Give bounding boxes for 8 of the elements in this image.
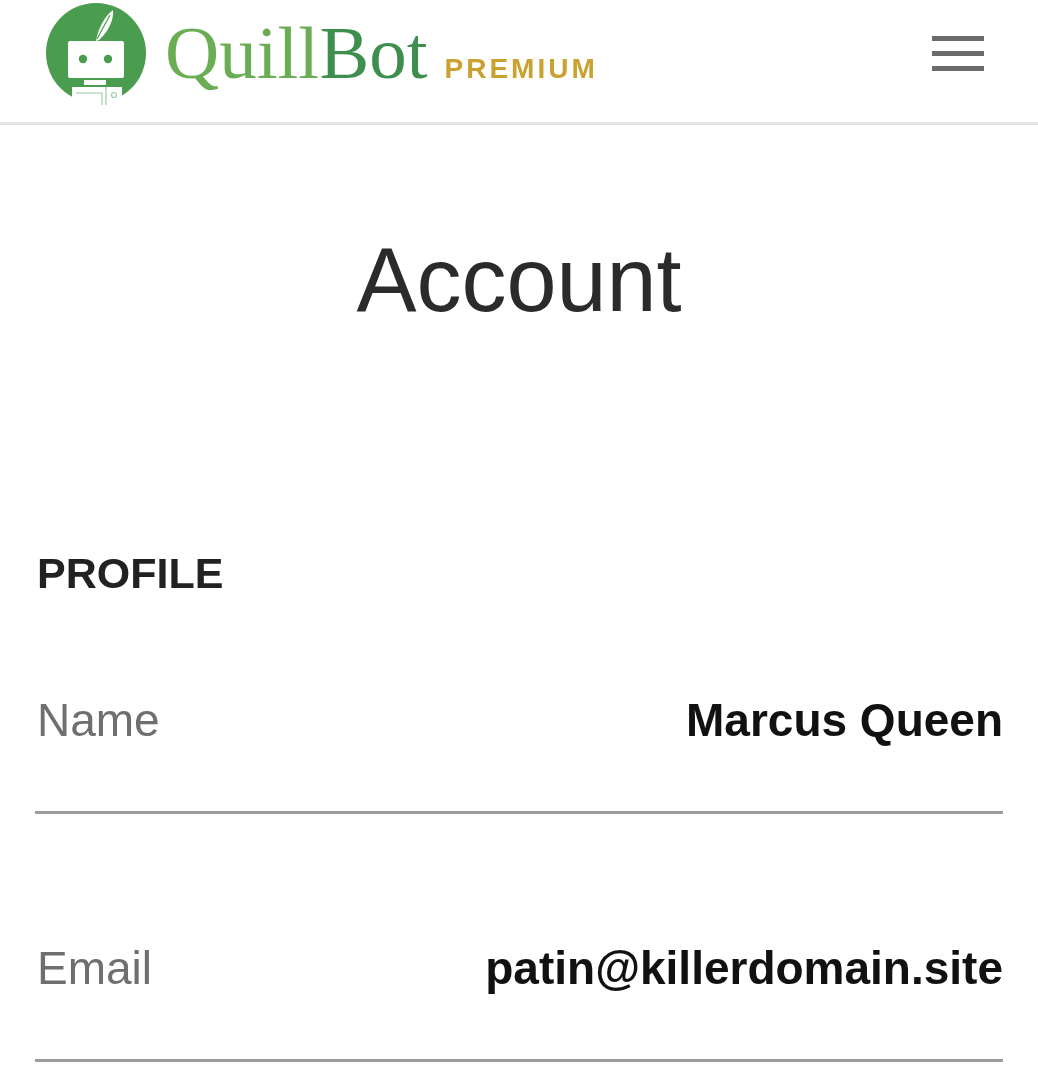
field-label: Email: [36, 945, 153, 991]
menu-button[interactable]: [932, 36, 984, 71]
field-label: Name: [36, 697, 160, 743]
section-heading: PROFILE: [36, 552, 224, 595]
robot-logo-icon: [46, 3, 146, 105]
plan-label: PREMIUM: [444, 55, 598, 83]
menu-icon: [932, 36, 984, 71]
page-title: Account: [356, 235, 682, 325]
